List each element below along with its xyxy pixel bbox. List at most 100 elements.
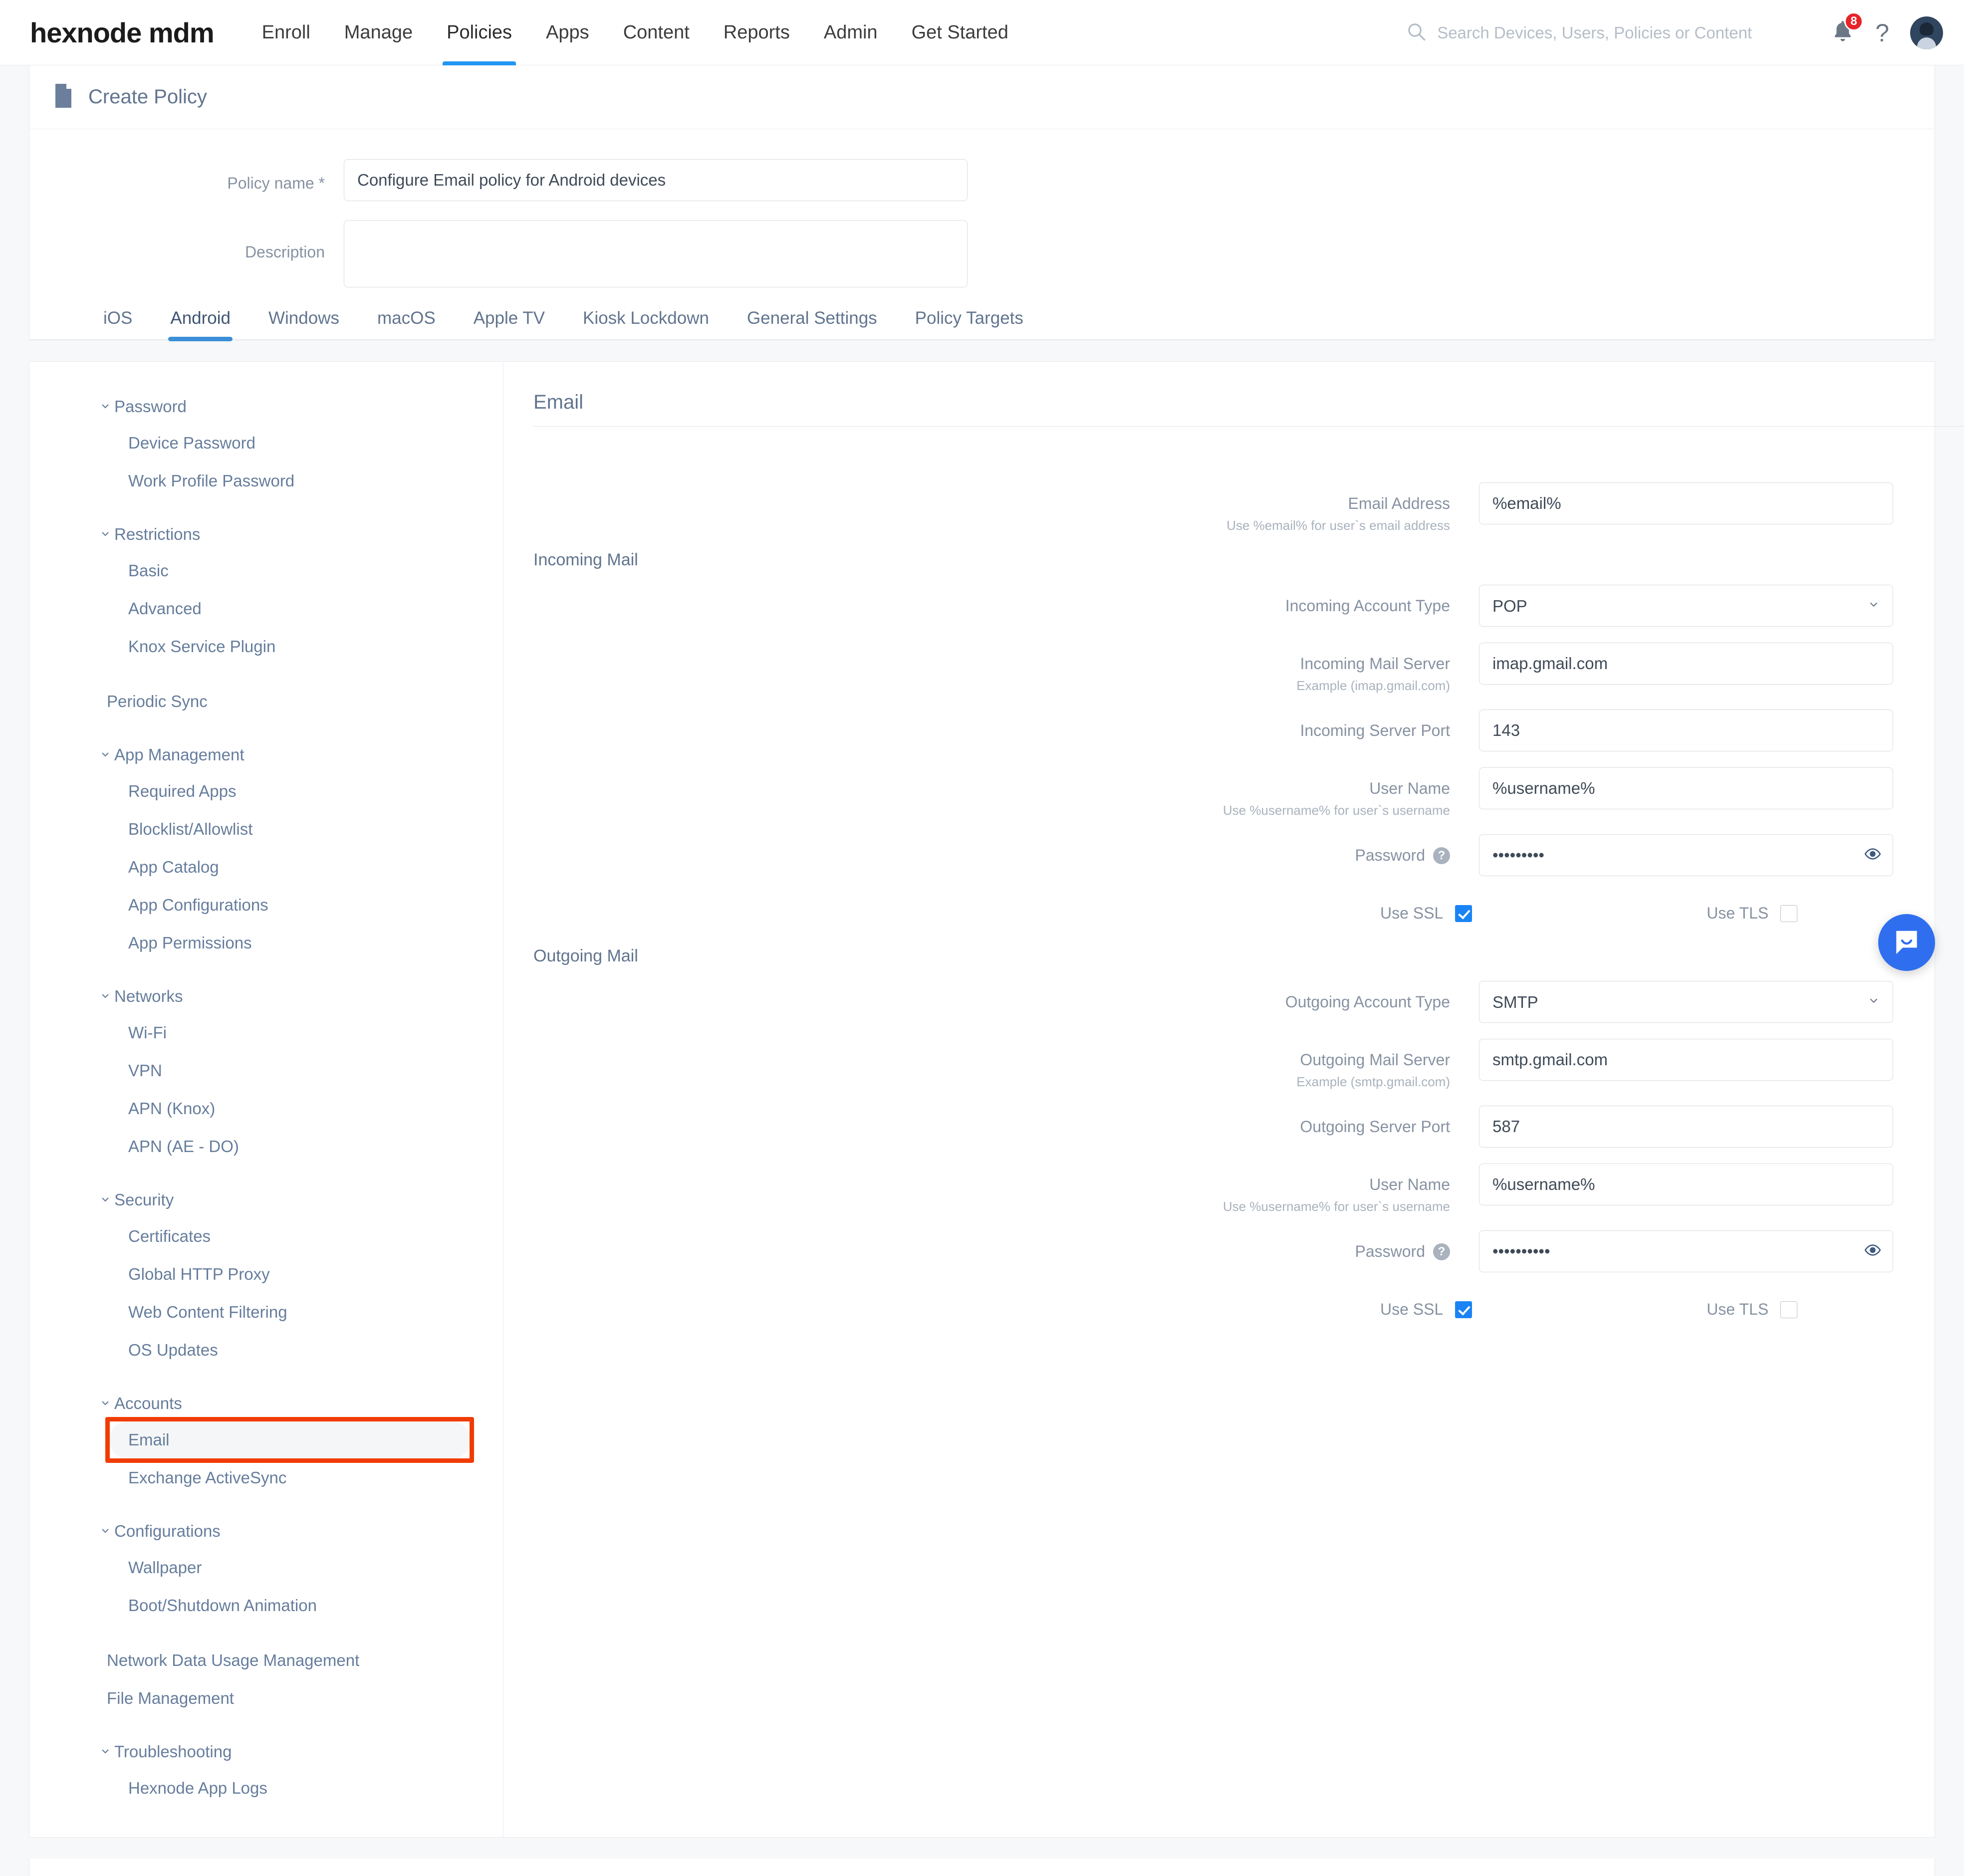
help-tooltip-icon[interactable]: ? [1433, 847, 1450, 864]
outgoing-server-port-input[interactable] [1479, 1106, 1893, 1148]
sidebar-item-wifi[interactable]: Wi-Fi [29, 1014, 503, 1052]
sidebar-item-certificates[interactable]: Certificates [29, 1217, 503, 1255]
outgoing-server-port-label-block: Outgoing Server Port [503, 1106, 1479, 1136]
sidebar-item-periodic-sync[interactable]: Periodic Sync [29, 683, 503, 720]
chat-bubble-icon [1896, 931, 1917, 954]
incoming-mail-server-hint: Example (imap.gmail.com) [1296, 678, 1450, 693]
sidebar-item-apn-ae-do[interactable]: APN (AE - DO) [29, 1128, 503, 1166]
sidebar-group-password[interactable]: Password [29, 389, 503, 424]
incoming-use-ssl-checkbox[interactable] [1455, 905, 1473, 922]
sidebar-item-knox-service-plugin[interactable]: Knox Service Plugin [29, 628, 503, 666]
eye-icon[interactable] [1864, 846, 1881, 865]
sidebar-group-troubleshooting[interactable]: Troubleshooting [29, 1734, 503, 1769]
global-search[interactable] [1406, 21, 1787, 44]
nav-item-get-started[interactable]: Get Started [895, 0, 1025, 65]
sidebar-item-app-configurations[interactable]: App Configurations [29, 886, 503, 924]
incoming-use-tls-checkbox[interactable] [1780, 905, 1798, 922]
sidebar-item-boot-shutdown-animation[interactable]: Boot/Shutdown Animation [29, 1587, 503, 1625]
page-header: Create Policy [29, 65, 1935, 129]
help-tooltip-icon[interactable]: ? [1433, 1243, 1450, 1260]
sidebar-item-work-profile-password[interactable]: Work Profile Password [29, 462, 503, 500]
sidebar-item-vpn[interactable]: VPN [29, 1052, 503, 1090]
outgoing-mail-server-input[interactable] [1479, 1039, 1893, 1081]
email-address-hint: Use %email% for user`s email address [1227, 518, 1450, 533]
nav-item-content[interactable]: Content [606, 0, 707, 65]
sidebar-group-configurations[interactable]: Configurations [29, 1514, 503, 1549]
sidebar-item-email-label: Email [109, 1421, 471, 1459]
incoming-server-port-input[interactable] [1479, 709, 1893, 751]
outgoing-username-input[interactable] [1479, 1164, 1893, 1205]
outgoing-use-ssl-checkbox[interactable] [1455, 1301, 1473, 1318]
incoming-username-hint: Use %username% for user`s username [1223, 803, 1450, 818]
sidebar-item-app-permissions[interactable]: App Permissions [29, 924, 503, 962]
sidebar-item-global-http-proxy[interactable]: Global HTTP Proxy [29, 1255, 503, 1293]
nav-item-reports[interactable]: Reports [707, 0, 807, 65]
sidebar-item-basic[interactable]: Basic [29, 552, 503, 590]
policy-name-row: Policy name * [29, 159, 1935, 201]
description-textarea[interactable] [344, 220, 968, 287]
sidebar-item-hexnode-app-logs[interactable]: Hexnode App Logs [29, 1769, 503, 1807]
help-icon[interactable]: ? [1875, 18, 1889, 47]
incoming-account-type-select-wrap: POP IMAP [1479, 585, 1893, 627]
brand-logo[interactable]: hexnode mdm [30, 16, 215, 49]
notifications-button[interactable]: 8 [1830, 12, 1864, 46]
sidebar-item-apn-knox[interactable]: APN (Knox) [29, 1090, 503, 1128]
tab-android[interactable]: Android [151, 308, 249, 341]
sidebar-item-os-updates[interactable]: OS Updates [29, 1331, 503, 1369]
incoming-password-input[interactable] [1479, 834, 1893, 876]
nav-item-policies[interactable]: Policies [430, 0, 529, 65]
sidebar-group-security[interactable]: Security [29, 1182, 503, 1217]
sidebar-group-accounts[interactable]: Accounts [29, 1386, 503, 1421]
outgoing-mail-server-row: Outgoing Mail Server Example (smtp.gmail… [503, 1028, 1964, 1090]
sidebar-item-wallpaper[interactable]: Wallpaper [29, 1549, 503, 1587]
sidebar-group-label: Restrictions [114, 525, 201, 543]
sidebar-item-exchange-activesync[interactable]: Exchange ActiveSync [29, 1459, 503, 1497]
notification-badge: 8 [1844, 12, 1864, 31]
incoming-username-input[interactable] [1479, 767, 1893, 809]
avatar[interactable] [1910, 16, 1943, 49]
incoming-use-ssl-label: Use SSL [1380, 904, 1444, 922]
tab-kiosk-lockdown[interactable]: Kiosk Lockdown [564, 308, 728, 339]
chat-bubble-button[interactable] [1878, 914, 1935, 971]
sidebar-item-blocklist-allowlist[interactable]: Blocklist/Allowlist [29, 810, 503, 848]
nav-item-enroll[interactable]: Enroll [245, 0, 327, 65]
sidebar-item-network-data-usage-management[interactable]: Network Data Usage Management [29, 1642, 503, 1679]
email-address-input[interactable] [1479, 482, 1893, 524]
tab-apple-tv[interactable]: Apple TV [455, 308, 564, 339]
email-address-label: Email Address [1348, 494, 1450, 512]
tab-macos[interactable]: macOS [358, 308, 455, 339]
sidebar-item-advanced[interactable]: Advanced [29, 590, 503, 628]
nav-item-admin[interactable]: Admin [807, 0, 895, 65]
outgoing-password-input[interactable] [1479, 1230, 1893, 1272]
action-bar: Save Cancel [29, 1859, 1935, 1876]
incoming-mail-server-input[interactable] [1479, 643, 1893, 685]
sidebar-group-restrictions[interactable]: Restrictions [29, 517, 503, 552]
sidebar-group-networks[interactable]: Networks [29, 979, 503, 1014]
policy-name-input[interactable] [344, 159, 968, 201]
tab-ios[interactable]: iOS [84, 308, 151, 339]
sidebar-item-app-catalog[interactable]: App Catalog [29, 848, 503, 886]
sidebar-group-app-management[interactable]: App Management [29, 737, 503, 772]
tab-general-settings[interactable]: General Settings [728, 308, 896, 339]
outgoing-use-tls-checkbox[interactable] [1780, 1301, 1798, 1318]
nav-item-apps[interactable]: Apps [529, 0, 606, 65]
sidebar-item-file-management[interactable]: File Management [29, 1679, 503, 1717]
outgoing-username-row: User Name Use %username% for user`s user… [503, 1153, 1964, 1214]
sidebar-group-label: Password [114, 397, 187, 416]
incoming-account-type-select[interactable]: POP IMAP [1479, 585, 1893, 627]
tab-policy-targets[interactable]: Policy Targets [896, 308, 1042, 339]
eye-icon[interactable] [1864, 1242, 1881, 1261]
nav-item-manage[interactable]: Manage [327, 0, 430, 65]
sidebar-item-device-password[interactable]: Device Password [29, 424, 503, 462]
incoming-use-ssl-cell: Use SSL [1380, 904, 1473, 923]
sidebar-item-web-content-filtering[interactable]: Web Content Filtering [29, 1293, 503, 1331]
policy-config-panel: Password Device Password Work Profile Pa… [29, 361, 1964, 1838]
sidebar-item-required-apps[interactable]: Required Apps [29, 772, 503, 810]
sidebar-item-email[interactable]: Email [29, 1417, 503, 1463]
tab-windows[interactable]: Windows [249, 308, 358, 339]
outgoing-account-type-select[interactable]: SMTP [1479, 981, 1893, 1023]
search-input[interactable] [1437, 23, 1787, 42]
